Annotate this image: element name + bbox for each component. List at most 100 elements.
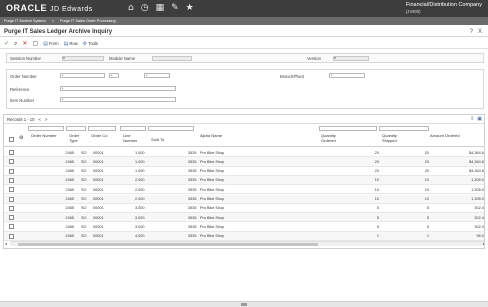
cell-amount-ordered: 1,305.00 xyxy=(471,197,485,201)
row-checkbox[interactable] xyxy=(9,187,14,193)
close-form-icon[interactable]: X xyxy=(478,29,482,35)
col-amount-ordered[interactable]: Amount Ordered xyxy=(430,133,460,139)
row-checkbox[interactable] xyxy=(9,196,14,202)
row-checkbox[interactable] xyxy=(9,177,14,183)
row-options-icon[interactable]: ⚙ xyxy=(19,136,23,141)
logo-product-text: JD Edwards xyxy=(50,6,93,13)
order-company-input[interactable] xyxy=(144,73,170,78)
col-alpha-name[interactable]: Alpha Name xyxy=(200,133,230,139)
row-checkbox[interactable] xyxy=(9,215,14,221)
cell-order-co: 00001 xyxy=(93,234,104,239)
qbe-order-number[interactable] xyxy=(28,126,64,131)
qbe-order-type[interactable] xyxy=(66,126,86,131)
scroll-left-icon[interactable]: ◂ xyxy=(5,241,7,246)
cell-sold-to: 3535 xyxy=(188,187,197,192)
logo-oracle-text: ORACLE xyxy=(6,3,47,13)
table-row[interactable]: 2465 SO 00001 2.000 3535 Pro Bike Shop 10 10 1,3… xyxy=(4,194,485,204)
resize-handle-icon[interactable] xyxy=(241,303,247,306)
table-row[interactable]: 2465 SO 00001 2.000 3535 Pro Bike Shop 10 10 1,3… xyxy=(4,185,484,195)
environment-code: (JV900) xyxy=(405,9,421,14)
col-order-type[interactable]: Order Type xyxy=(69,133,87,143)
col-line-number[interactable]: Line Number xyxy=(123,133,145,143)
order-number-input[interactable] xyxy=(60,73,105,78)
col-sold-to[interactable]: Sold To xyxy=(151,137,164,143)
row-checkbox[interactable] xyxy=(9,159,14,165)
qbe-sold-to[interactable] xyxy=(148,126,194,131)
cell-quantity-ordered: 5 xyxy=(376,206,379,211)
table-row[interactable]: 2465 SO 00001 1.000 3535 Pro Bike Shop 20 20 $4,… xyxy=(4,148,485,158)
cell-sold-to: 3535 xyxy=(188,197,197,201)
help-icon[interactable]: ? xyxy=(470,29,473,35)
select-button[interactable]: ✓ xyxy=(4,40,9,48)
scroll-right-icon[interactable]: ▸ xyxy=(483,241,484,246)
cell-alpha-name: Pro Bike Shop xyxy=(200,197,225,201)
table-row[interactable]: 2465 SO 00001 1.000 3535 Pro Bike Shop 20 20 $4,… xyxy=(4,167,484,176)
col-order-number[interactable]: Order Number xyxy=(31,133,61,139)
export-icon[interactable]: ⇪ xyxy=(470,116,474,122)
col-quantity-ordered[interactable]: Quantity Ordered xyxy=(321,133,351,143)
results-grid: Records 1 - 10 < > ⇪ ▣ ⚙ Order Number Or… xyxy=(3,114,485,249)
form-menu[interactable]: ▤ Form xyxy=(43,40,59,48)
table-row[interactable]: 2465 SO 00001 4.000 3535Pro Bike Shop 1 1 96.00 xyxy=(4,231,484,241)
tools-menu-icon: ⚙ xyxy=(82,40,88,47)
module-name-label: Module Name xyxy=(109,56,136,61)
item-number-input[interactable] xyxy=(60,97,176,102)
find-button[interactable]: ⌕ xyxy=(14,40,17,48)
breadcrumb: Purge IT Archive System > Purge IT Sales… xyxy=(0,17,488,25)
home-icon[interactable]: ⌂ xyxy=(128,3,134,13)
branch-plant-input[interactable] xyxy=(329,73,365,78)
row-menu-icon: ▤ xyxy=(63,40,69,47)
qbe-qty-shipped[interactable] xyxy=(379,126,429,131)
cell-order-co: 00001 xyxy=(93,169,104,174)
row-checkbox[interactable] xyxy=(9,233,14,239)
cell-quantity-shipped: 10 xyxy=(424,178,429,183)
cell-order-number: 2465 xyxy=(65,206,74,211)
table-row[interactable]: 2465 SO 00001 3.000 3535 Pro Bike Shop 5 5 302.4… xyxy=(4,213,485,223)
cell-quantity-ordered: 20 xyxy=(374,169,379,174)
order-type-input[interactable] xyxy=(109,73,119,78)
row-checkbox[interactable] xyxy=(9,224,14,230)
col-order-co[interactable]: Order Co xyxy=(91,133,111,139)
cell-amount-ordered: 302.40 xyxy=(474,215,485,220)
cell-order-co: 00001 xyxy=(93,187,104,192)
session-number-field: * xyxy=(62,56,104,63)
grid-icon[interactable]: ▦ xyxy=(156,3,165,13)
row-menu[interactable]: ▤ Row xyxy=(64,40,78,48)
grid-settings-icon[interactable]: ▣ xyxy=(477,116,482,122)
close-button[interactable]: ✕ xyxy=(22,40,27,48)
reference-input[interactable] xyxy=(60,86,176,91)
cell-amount-ordered: 96.00 xyxy=(476,234,484,239)
table-row[interactable]: 2465 SO 00001 3.000 3535 Pro Bike Shop 5 5 302.4… xyxy=(4,222,484,232)
add-button[interactable]: ▢ xyxy=(32,40,38,48)
table-row[interactable]: 2465 SO 00001 1.000 3535 Pro Bike Shop 20 20 $4,… xyxy=(4,157,484,167)
cell-alpha-name: Pro Bike Shop xyxy=(200,206,225,211)
clock-icon[interactable]: ◷ xyxy=(141,3,149,13)
cell-order-co: 00001 xyxy=(93,197,104,201)
cell-order-type: SO xyxy=(81,159,87,164)
row-checkbox[interactable] xyxy=(9,205,14,211)
star-icon[interactable]: ★ xyxy=(186,3,194,13)
grid-prev-button[interactable]: < xyxy=(38,117,40,122)
cell-alpha-name: Pro Bike Shop xyxy=(200,224,225,229)
tools-menu[interactable]: ⚙ Tools xyxy=(83,40,98,48)
qbe-order-co[interactable] xyxy=(88,126,116,131)
scrollbar-thumb[interactable] xyxy=(18,243,318,246)
row-checkbox[interactable] xyxy=(9,168,14,174)
row-checkbox[interactable] xyxy=(9,150,14,155)
horizontal-scrollbar[interactable]: ◂ ▸ xyxy=(5,241,484,246)
module-name-field xyxy=(152,56,192,61)
table-row[interactable]: 2465 SO 00001 2.000 3535 Pro Bike Shop 10 10 1,3… xyxy=(4,175,484,186)
breadcrumb-item-sales-order[interactable]: Purge IT Sales Order Processing xyxy=(60,19,116,23)
environment-menu[interactable]: Financial/Distribution Company (JV900) xyxy=(406,2,482,14)
breadcrumb-item-archive-system[interactable]: Purge IT Archive System xyxy=(4,19,46,23)
edit-icon[interactable]: ✎ xyxy=(171,3,179,13)
cell-order-co: 00001 xyxy=(93,150,104,155)
qbe-qty-ordered[interactable] xyxy=(319,126,377,131)
col-quantity-shipped[interactable]: Quantity Shipped xyxy=(382,133,412,143)
table-row[interactable]: 2465 SO 00001 3.000 3535 Pro Bike Shop 5 5 302.4… xyxy=(4,204,484,214)
cell-order-type: SO xyxy=(81,187,87,192)
qbe-line-number[interactable] xyxy=(120,126,146,131)
grid-next-button[interactable]: > xyxy=(45,117,47,122)
select-all-checkbox[interactable] xyxy=(9,137,14,142)
cell-amount-ordered: $4,364.60 xyxy=(469,150,485,155)
